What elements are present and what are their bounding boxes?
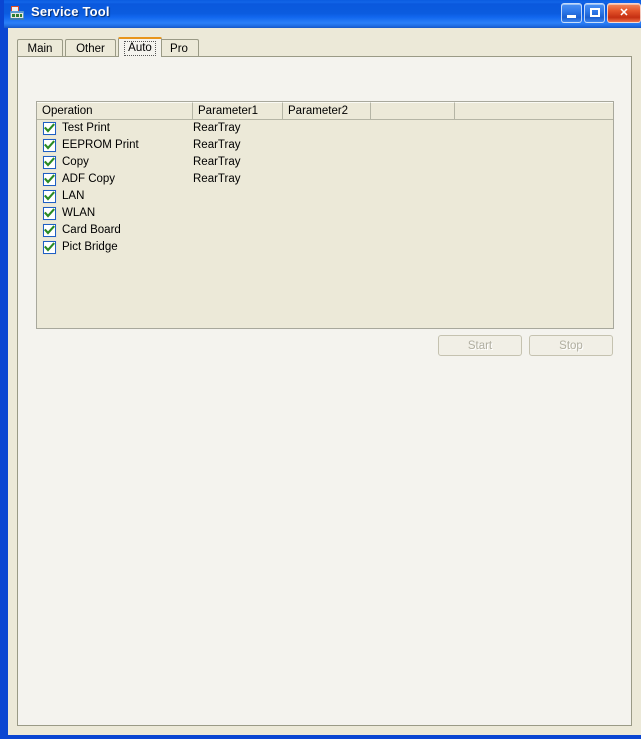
table-row[interactable]: Card Board bbox=[37, 222, 613, 239]
minimize-button[interactable] bbox=[561, 3, 582, 23]
row-operation: WLAN bbox=[62, 206, 95, 221]
operations-list[interactable]: Operation Parameter1 Parameter2 Test Pri… bbox=[36, 101, 614, 329]
tab-page-auto: Operation Parameter1 Parameter2 Test Pri… bbox=[17, 56, 632, 726]
list-header-row: Operation Parameter1 Parameter2 bbox=[37, 102, 613, 120]
tab-pro[interactable]: Pro bbox=[159, 39, 199, 57]
table-row[interactable]: Copy RearTray bbox=[37, 154, 613, 171]
table-row[interactable]: Pict Bridge bbox=[37, 239, 613, 256]
row-operation: EEPROM Print bbox=[62, 138, 139, 153]
column-header-parameter2[interactable]: Parameter2 bbox=[283, 102, 371, 119]
column-header-extra-1[interactable] bbox=[371, 102, 455, 119]
tab-pro-label: Pro bbox=[170, 43, 188, 55]
table-row[interactable]: Test Print RearTray bbox=[37, 120, 613, 137]
start-button-label: Start bbox=[468, 340, 492, 352]
tab-strip: Main Other Auto Pro bbox=[17, 37, 632, 57]
row-operation: LAN bbox=[62, 189, 84, 204]
caption-button-group: ✕ bbox=[561, 3, 641, 23]
list-body: Test Print RearTray EEPROM Print RearTra… bbox=[37, 120, 613, 328]
tab-main-label: Main bbox=[28, 43, 53, 55]
start-button[interactable]: Start bbox=[438, 335, 522, 356]
tab-main[interactable]: Main bbox=[17, 39, 63, 57]
table-row[interactable]: LAN bbox=[37, 188, 613, 205]
stop-button-label: Stop bbox=[559, 340, 583, 352]
row-operation: Test Print bbox=[62, 121, 110, 136]
stop-button[interactable]: Stop bbox=[529, 335, 613, 356]
row-checkbox[interactable] bbox=[43, 241, 56, 254]
row-checkbox[interactable] bbox=[43, 139, 56, 152]
tab-other-label: Other bbox=[76, 43, 105, 55]
application-window: Service Tool ✕ Main Other Auto bbox=[0, 0, 641, 739]
row-parameter1: RearTray bbox=[193, 138, 241, 153]
row-operation: ADF Copy bbox=[62, 172, 115, 187]
row-checkbox[interactable] bbox=[43, 224, 56, 237]
minimize-icon bbox=[567, 15, 576, 18]
row-checkbox[interactable] bbox=[43, 173, 56, 186]
window-title: Service Tool bbox=[31, 4, 110, 19]
tab-auto[interactable]: Auto bbox=[118, 37, 162, 57]
row-operation: Pict Bridge bbox=[62, 240, 118, 255]
table-row[interactable]: WLAN bbox=[37, 205, 613, 222]
row-checkbox[interactable] bbox=[43, 190, 56, 203]
client-area: Main Other Auto Pro Operation Parameter1… bbox=[8, 28, 641, 735]
column-header-extra-2[interactable] bbox=[455, 102, 613, 119]
tab-other[interactable]: Other bbox=[65, 39, 116, 57]
row-checkbox[interactable] bbox=[43, 156, 56, 169]
column-header-operation[interactable]: Operation bbox=[37, 102, 193, 119]
app-icon bbox=[9, 5, 26, 22]
row-checkbox[interactable] bbox=[43, 207, 56, 220]
maximize-button[interactable] bbox=[584, 3, 605, 23]
row-operation: Card Board bbox=[62, 223, 121, 238]
row-parameter1: RearTray bbox=[193, 155, 241, 170]
maximize-icon bbox=[590, 8, 600, 17]
title-bar[interactable]: Service Tool ✕ bbox=[4, 0, 641, 28]
close-icon: ✕ bbox=[608, 4, 640, 22]
tab-auto-label: Auto bbox=[124, 41, 156, 56]
row-checkbox[interactable] bbox=[43, 122, 56, 135]
row-operation: Copy bbox=[62, 155, 89, 170]
row-parameter1: RearTray bbox=[193, 121, 241, 136]
row-parameter1: RearTray bbox=[193, 172, 241, 187]
table-row[interactable]: ADF Copy RearTray bbox=[37, 171, 613, 188]
column-header-parameter1[interactable]: Parameter1 bbox=[193, 102, 283, 119]
close-button[interactable]: ✕ bbox=[607, 3, 641, 23]
table-row[interactable]: EEPROM Print RearTray bbox=[37, 137, 613, 154]
